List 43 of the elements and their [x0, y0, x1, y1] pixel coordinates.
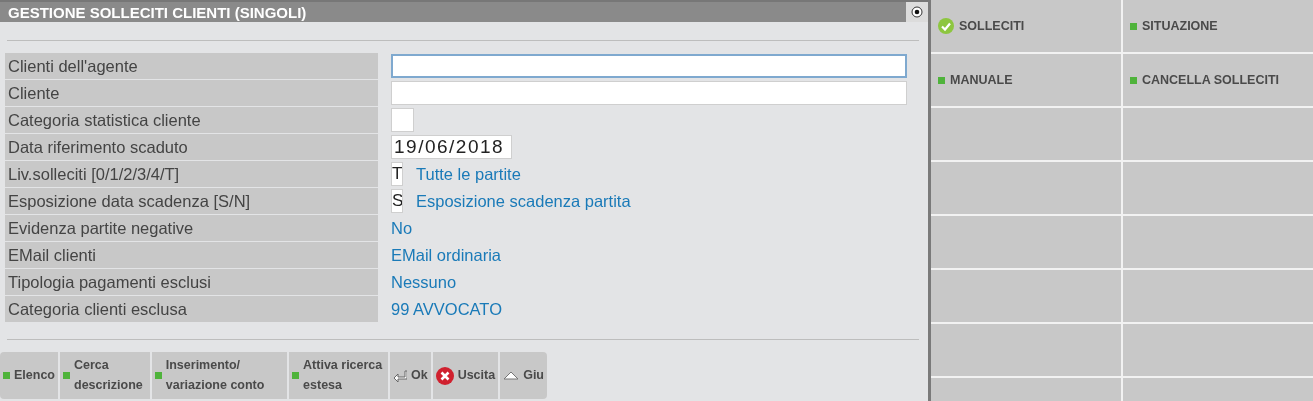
input-field[interactable]: T	[391, 162, 403, 186]
field-label: Cliente	[5, 80, 378, 106]
input-field[interactable]	[391, 108, 414, 132]
square-icon	[154, 372, 162, 379]
square-icon	[3, 372, 10, 379]
enter-icon	[392, 369, 407, 382]
toolbar-button[interactable]: Uscita	[432, 352, 499, 399]
input-field[interactable]: S	[391, 189, 403, 213]
input-field[interactable]: 19/06/2018	[391, 135, 512, 159]
field-label: Liv.solleciti [0/1/2/3/4/T]	[5, 161, 378, 187]
field-label: Evidenza partite negative	[5, 215, 378, 241]
field-value: Tutte le partite	[416, 164, 521, 184]
square-icon	[292, 372, 300, 379]
toolbar-button[interactable]: Attiva ricerca estesa	[289, 352, 388, 399]
input-field[interactable]	[391, 81, 907, 105]
toolbar-button[interactable]: Giu	[500, 352, 547, 399]
field-value: 99 AVVOCATO	[391, 299, 502, 319]
close-icon	[435, 366, 454, 385]
toolbar-button[interactable]: Inserimento/ variazione conto	[151, 352, 288, 399]
field-value: No	[391, 218, 413, 238]
field-label: Categoria clienti esclusa	[5, 296, 378, 322]
field-label: Categoria statistica cliente	[5, 107, 378, 133]
menu-tile[interactable]: MANUALE	[931, 54, 1121, 106]
up-arrow-icon	[503, 371, 520, 380]
field-value: Nessuno	[391, 272, 457, 292]
toolbar-button[interactable]: Cerca descrizione	[60, 352, 150, 399]
radio-circle-icon	[911, 6, 923, 18]
window-title: GESTIONE SOLLECITI CLIENTI (SINGOLI)	[8, 3, 307, 21]
input-field[interactable]	[391, 54, 907, 78]
field-label: Data riferimento scaduto	[5, 134, 378, 160]
toolbar-button[interactable]: Elenco	[0, 352, 58, 399]
field-label: Tipologia pagamenti esclusi	[5, 269, 378, 295]
menu-tile[interactable]: SITUAZIONE	[1123, 0, 1313, 52]
toolbar-button[interactable]: Ok	[389, 352, 431, 399]
square-icon	[63, 372, 70, 379]
radio-button[interactable]	[906, 2, 928, 22]
menu-tile[interactable]: CANCELLA SOLLECITI	[1123, 54, 1313, 106]
field-label: Esposizione data scadenza [S/N]	[5, 188, 378, 214]
field-value: Esposizione scadenza partita	[416, 191, 631, 211]
menu-tile[interactable]: SOLLECITI	[931, 0, 1121, 52]
field-value: EMail ordinaria	[391, 245, 502, 265]
field-label: Clienti dell'agente	[5, 53, 378, 79]
field-label: EMail clienti	[5, 242, 378, 268]
